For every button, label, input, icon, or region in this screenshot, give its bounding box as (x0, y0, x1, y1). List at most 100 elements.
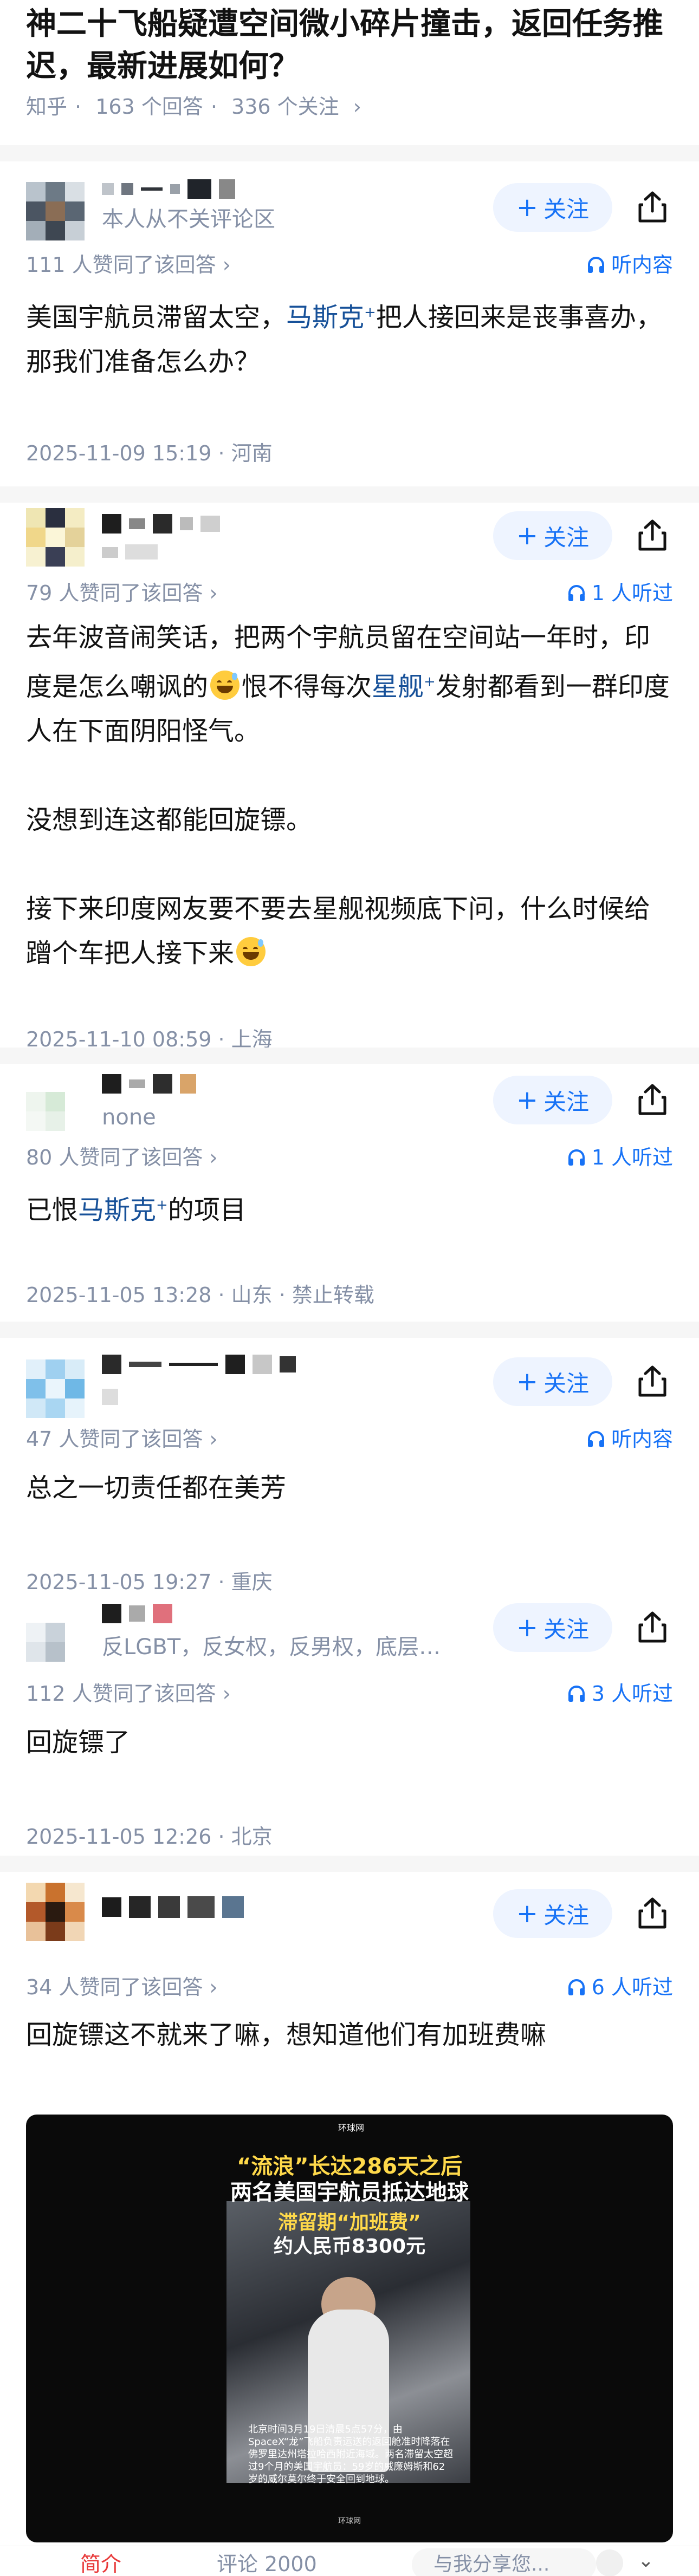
listen-label: 3 人听过 (591, 1682, 673, 1706)
plus-icon: + (516, 1898, 539, 1929)
avatar[interactable] (26, 1883, 85, 1941)
follow-label: 关注 (543, 524, 590, 551)
question-meta[interactable]: 知乎 · 163 个回答 · 336 个关注 › (26, 92, 369, 121)
vote-count[interactable]: 112 人赞同了该回答 › (26, 1679, 231, 1708)
section-divider (0, 1856, 699, 1872)
vote-text: 80 人赞同了该回答 (26, 1146, 203, 1169)
answer-date: 2025-11-05 13:28 · 山东 · 禁止转载 (26, 1283, 374, 1307)
author-name-pixelated[interactable] (102, 1891, 251, 1921)
follow-button[interactable]: + 关注 (493, 183, 612, 232)
avatar[interactable] (26, 1603, 85, 1662)
headphones-icon (587, 257, 604, 273)
vote-count[interactable]: 79 人赞同了该回答 › (26, 578, 218, 608)
answer-date: 2025-11-05 19:27 · 重庆 (26, 1570, 273, 1594)
listen-button[interactable]: 听内容 (586, 250, 673, 279)
answer-body[interactable]: 回旋镖了 (26, 1720, 673, 1765)
topic-link[interactable]: 星舰+ (372, 672, 436, 702)
follow-label: 关注 (543, 1902, 590, 1929)
topic-link[interactable]: 马斯克+ (286, 302, 376, 333)
share-icon[interactable] (631, 1078, 674, 1121)
avatar[interactable] (26, 1359, 85, 1418)
plus-icon: + (516, 192, 539, 223)
image-headline-1: “流浪”长达286天之后 (236, 2154, 463, 2179)
chevron-right-icon: › (353, 95, 361, 119)
follow-button[interactable]: + 关注 (493, 511, 612, 560)
text-span: 的项目 (167, 1195, 246, 1225)
headphones-icon (568, 1979, 585, 1995)
follow-button[interactable]: + 关注 (493, 1889, 612, 1938)
text-span: 已恨 (26, 1195, 79, 1225)
listen-button[interactable]: 1 人听过 (567, 1143, 673, 1172)
listen-label: 6 人听过 (591, 1975, 673, 1999)
answer-body[interactable]: 去年波音闹笑话，把两个宇航员留在空间站一年时，印度是怎么嘲讽的 恨不得每次星舰+发… (26, 615, 673, 975)
listen-button[interactable]: 3 人听过 (567, 1679, 673, 1708)
listen-label: 1 人听过 (591, 1146, 673, 1169)
author-bio: 本人从不关评论区 (102, 207, 275, 232)
author-name-pixelated[interactable] (102, 508, 228, 537)
follow-button[interactable]: + 关注 (493, 1076, 612, 1124)
avatar[interactable] (26, 182, 85, 240)
follow-button[interactable]: + 关注 (493, 1357, 612, 1406)
grin-sweat-emoji-icon (236, 937, 266, 966)
answer-body[interactable]: 回旋镖这不就来了嘛，想知道他们有加班费嘛 (26, 2013, 673, 2057)
listen-button[interactable]: 6 人听过 (567, 1973, 673, 2002)
paragraph: 回旋镖了 (26, 1720, 673, 1765)
answer-date: 2025-11-09 15:19 · 河南 (26, 441, 273, 465)
headphones-icon (587, 1431, 604, 1447)
answer-body[interactable]: 总之一切责任都在美芳 (26, 1466, 673, 1510)
author-bio: 反LGBT，反女权，反男权，底层… (102, 1635, 441, 1660)
bottom-bar: 简介 评论 2000 与我分享您... ⌄ (0, 2546, 699, 2576)
share-icon[interactable] (631, 1359, 674, 1403)
answer-image[interactable]: 环球网 “流浪”长达286天之后 两名美国宇航员抵达地球 滞留期“加班费” 约人… (26, 2115, 673, 2542)
answer-card: 反LGBT，反女权，反男权，底层… + 关注 112 人赞同了该回答 › 3 人听… (0, 1598, 699, 1856)
follow-button[interactable]: + 关注 (493, 1603, 612, 1652)
listen-label: 1 人听过 (591, 581, 673, 605)
listen-button[interactable]: 听内容 (586, 1424, 673, 1454)
image-watermark: 环球网 (338, 2517, 361, 2526)
topic-link[interactable]: 马斯克+ (78, 1195, 168, 1225)
author-name-pixelated[interactable] (102, 1068, 204, 1097)
vote-text: 47 人赞同了该回答 (26, 1427, 203, 1451)
chevron-right-icon: › (209, 1975, 218, 1999)
vote-text: 112 人赞同了该回答 (26, 1682, 216, 1706)
share-icon[interactable] (631, 513, 674, 557)
chevron-down-icon[interactable]: ⌄ (630, 2549, 662, 2576)
vote-text: 111 人赞同了该回答 (26, 253, 216, 277)
listen-button[interactable]: 1 人听过 (567, 578, 673, 608)
vote-count[interactable]: 34 人赞同了该回答 › (26, 1973, 218, 2002)
reply-input[interactable]: 与我分享您... (412, 2548, 596, 2576)
paragraph: 美国宇航员滞留太空，马斯克+把人接回来是丧事喜办，那我们准备怎么办？ (26, 290, 673, 384)
followers-count: 336 个关注 (231, 95, 339, 119)
bookmark-icon[interactable] (596, 2549, 623, 2576)
avatar[interactable] (26, 508, 85, 567)
answer-body[interactable]: 美国宇航员滞留太空，马斯克+把人接回来是丧事喜办，那我们准备怎么办？ (26, 290, 673, 384)
vote-count[interactable]: 80 人赞同了该回答 › (26, 1143, 218, 1172)
tab-intro[interactable]: 简介 (80, 2552, 121, 2576)
meta-dot: · (75, 95, 82, 119)
tab-comments[interactable]: 评论 2000 (217, 2552, 317, 2576)
image-caption: 北京时间3月19日清晨5点57分，由SpaceX“龙”飞船负责运送的返回舱准时降… (248, 2424, 453, 2485)
author-name-pixelated[interactable] (102, 173, 243, 203)
vote-text: 79 人赞同了该回答 (26, 581, 203, 605)
share-icon[interactable] (631, 185, 674, 229)
share-icon[interactable] (631, 1605, 674, 1649)
author-name-pixelated[interactable] (102, 1349, 303, 1378)
grin-sweat-emoji-icon (210, 671, 240, 700)
follow-label: 关注 (543, 196, 590, 223)
paragraph: 接下来印度网友要不要去星舰视频底下问，什么时候给蹭个车把人接下来 (26, 887, 673, 975)
chevron-right-icon: › (222, 253, 231, 277)
chevron-right-icon: › (209, 1146, 218, 1169)
text-span: 美国宇航员滞留太空， (26, 302, 287, 333)
headphones-icon (568, 1686, 585, 1702)
vote-count[interactable]: 47 人赞同了该回答 › (26, 1424, 218, 1454)
answer-body[interactable]: 已恨马斯克+的项目 (26, 1183, 673, 1232)
share-icon[interactable] (631, 1891, 674, 1935)
question-title[interactable]: 神二十飞船疑遭空间微小碎片撞击，返回任务推迟，最新进展如何？ (26, 3, 671, 88)
author-bio-pixelated (102, 536, 210, 565)
author-name-pixelated[interactable] (102, 1598, 180, 1627)
vote-count[interactable]: 111 人赞同了该回答 › (26, 250, 231, 279)
section-divider (0, 145, 699, 161)
section-divider (0, 486, 699, 503)
question-header: 神二十飞船疑遭空间微小碎片撞击，返回任务推迟，最新进展如何？ 知乎 · 163 个… (0, 0, 699, 145)
avatar[interactable] (26, 1072, 85, 1131)
